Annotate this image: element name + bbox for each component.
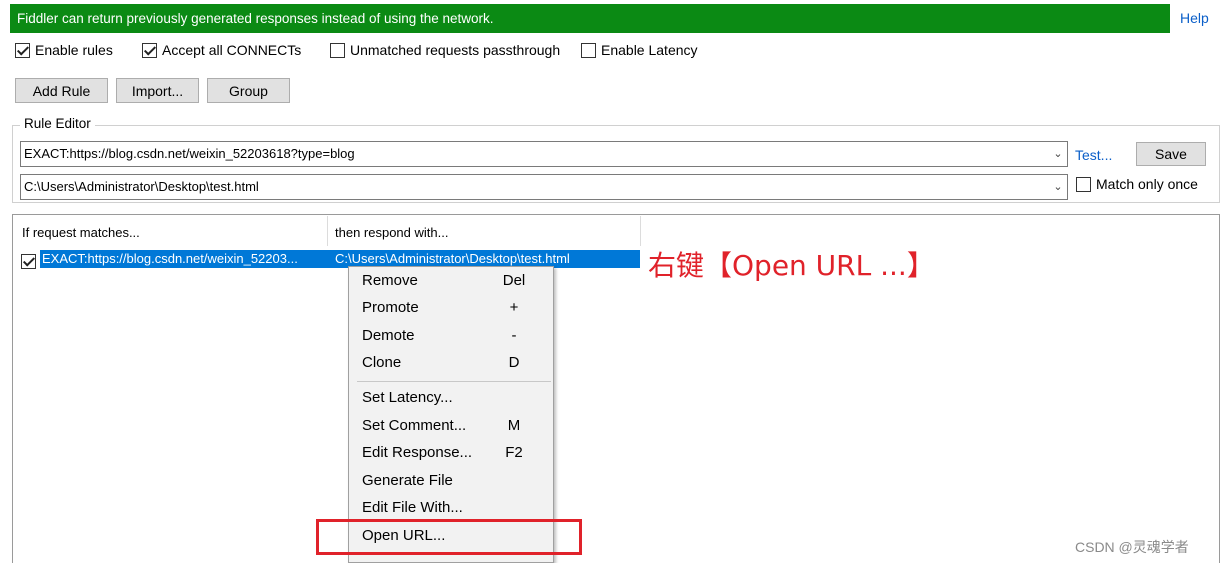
- annotation-highlight-box: [316, 519, 582, 555]
- group-button[interactable]: Group: [207, 78, 290, 103]
- annotation-text: 右键【Open URL ...】: [648, 249, 935, 282]
- match-rule-combobox[interactable]: EXACT:https://blog.csdn.net/weixin_52203…: [20, 141, 1068, 167]
- menu-item-edit-response[interactable]: Edit Response... F2: [349, 440, 553, 466]
- accept-connects-label: Accept all CONNECTs: [162, 42, 302, 58]
- menu-item-clone[interactable]: Clone D: [349, 350, 553, 376]
- test-link[interactable]: Test...: [1075, 147, 1112, 163]
- enable-latency-option[interactable]: Enable Latency: [581, 42, 698, 58]
- rule-enabled-checkbox[interactable]: [21, 253, 36, 269]
- accept-connects-option[interactable]: Accept all CONNECTs: [142, 42, 301, 58]
- column-divider[interactable]: [640, 216, 641, 246]
- unmatched-passthrough-label: Unmatched requests passthrough: [350, 42, 561, 58]
- enable-latency-label: Enable Latency: [601, 42, 698, 58]
- menu-item-set-comment[interactable]: Set Comment... M: [349, 413, 553, 439]
- unmatched-passthrough-checkbox[interactable]: [330, 42, 345, 58]
- menu-item-edit-file-with[interactable]: Edit File With...: [349, 495, 553, 521]
- enable-latency-checkbox[interactable]: [581, 42, 596, 58]
- rule-editor-title: Rule Editor: [20, 116, 95, 131]
- help-link[interactable]: Help: [1180, 10, 1209, 26]
- import-button[interactable]: Import...: [116, 78, 199, 103]
- column-header-match[interactable]: If request matches...: [22, 225, 140, 240]
- info-banner: Fiddler can return previously generated …: [10, 4, 1170, 33]
- unmatched-passthrough-option[interactable]: Unmatched requests passthrough: [330, 42, 560, 58]
- match-only-once-label: Match only once: [1096, 176, 1198, 192]
- menu-item-generate-file[interactable]: Generate File: [349, 468, 553, 494]
- match-only-once-option[interactable]: Match only once: [1076, 176, 1198, 192]
- watermark: CSDN @灵魂学者: [1075, 539, 1189, 555]
- row-match-cell: EXACT:https://blog.csdn.net/weixin_52203…: [42, 251, 298, 266]
- save-button[interactable]: Save: [1136, 142, 1206, 166]
- menu-item-promote[interactable]: Promote +: [349, 295, 553, 321]
- menu-item-set-latency[interactable]: Set Latency...: [349, 385, 553, 411]
- column-divider[interactable]: [327, 216, 328, 246]
- enable-rules-checkbox[interactable]: [15, 42, 30, 58]
- respond-action-value: C:\Users\Administrator\Desktop\test.html: [24, 179, 259, 194]
- accept-connects-checkbox[interactable]: [142, 42, 157, 58]
- match-only-once-checkbox[interactable]: [1076, 176, 1091, 192]
- enable-rules-label: Enable rules: [35, 42, 113, 58]
- menu-separator: [357, 381, 551, 382]
- enable-rules-option[interactable]: Enable rules: [15, 42, 113, 58]
- menu-item-remove[interactable]: Remove Del: [349, 268, 553, 294]
- column-header-respond[interactable]: then respond with...: [335, 225, 448, 240]
- menu-item-demote[interactable]: Demote -: [349, 323, 553, 349]
- chevron-down-icon[interactable]: ⌄: [1052, 181, 1064, 193]
- match-rule-value: EXACT:https://blog.csdn.net/weixin_52203…: [24, 146, 355, 161]
- chevron-down-icon[interactable]: ⌄: [1052, 148, 1064, 160]
- respond-action-combobox[interactable]: C:\Users\Administrator\Desktop\test.html: [20, 174, 1068, 200]
- add-rule-button[interactable]: Add Rule: [15, 78, 108, 103]
